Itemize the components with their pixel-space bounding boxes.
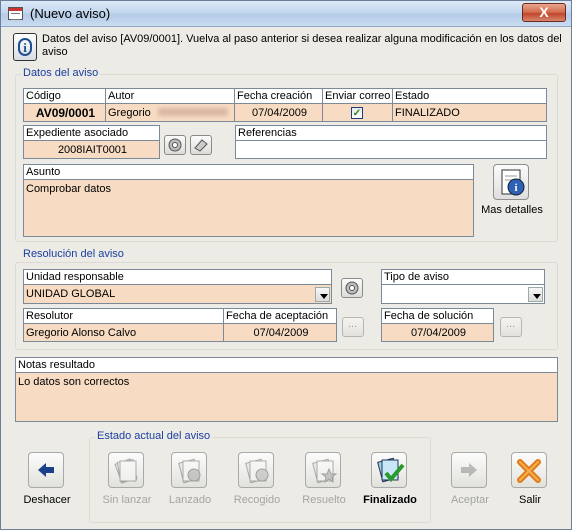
fecha-solucion-button[interactable]: ...: [500, 317, 522, 337]
resolutor-field[interactable]: Gregorio Alonso Calvo: [24, 325, 223, 341]
stack-star-icon: [312, 458, 338, 484]
unidad-select[interactable]: UNIDAD GLOBAL: [24, 286, 331, 303]
aceptar-label: Aceptar: [451, 494, 489, 506]
info-message: Datos del aviso [AV09/0001]. Vuelva al p…: [42, 33, 562, 58]
deshacer-button[interactable]: Deshacer: [13, 452, 81, 532]
tipo-aviso-select[interactable]: [382, 286, 544, 303]
mas-detalles-label: Mas detalles: [481, 204, 543, 216]
deshacer-label: Deshacer: [23, 494, 71, 506]
stack-check-icon: [377, 457, 405, 483]
stack-pick-icon: [245, 458, 269, 484]
enviar-correo-label: Enviar correo: [325, 90, 391, 102]
salir-label: Salir: [518, 494, 541, 506]
document-info-icon: i: [501, 169, 525, 196]
step-label: Finalizado: [363, 494, 417, 506]
autor-field[interactable]: Gregorio: [106, 105, 234, 121]
aceptar-button[interactable]: Aceptar: [436, 452, 504, 532]
unidad-select-button[interactable]: [341, 278, 363, 298]
circle-arrow-icon: [345, 281, 359, 295]
expediente-select-button[interactable]: [164, 135, 186, 155]
codigo-field[interactable]: AV09/0001: [24, 105, 105, 121]
expediente-field[interactable]: 2008IAIT0001: [24, 142, 159, 158]
step-recogido: Recogido: [223, 452, 291, 532]
title-bar[interactable]: (Nuevo aviso) X: [1, 1, 571, 27]
svg-text:i: i: [514, 182, 517, 194]
notas-field[interactable]: Lo datos son correctos: [16, 374, 557, 421]
step-label: Lanzado: [168, 494, 212, 506]
fecha-solucion-frame: Fecha de solución 07/04/2009: [381, 308, 494, 342]
expediente-frame: Expediente asociado 2008IAIT0001: [23, 125, 160, 159]
fecha-aceptacion-label: Fecha de aceptación: [226, 310, 329, 322]
referencias-label: Referencias: [238, 127, 297, 139]
stack-pages-icon: [114, 458, 138, 484]
expediente-label: Expediente asociado: [26, 127, 129, 139]
salir-button[interactable]: Salir: [496, 452, 564, 532]
step-finalizado: Finalizado: [356, 452, 424, 532]
step-lanzado: Lanzado: [156, 452, 224, 532]
referencias-frame: Referencias: [235, 125, 547, 159]
resolucion-title: Resolución del aviso: [21, 248, 126, 260]
expediente-clear-button[interactable]: [190, 135, 212, 155]
estado-label: Estado: [395, 90, 430, 102]
eraser-icon: [194, 139, 208, 152]
estado-actual-title: Estado actual del aviso: [95, 430, 213, 442]
tipo-aviso-label: Tipo de aviso: [384, 271, 450, 283]
referencias-field[interactable]: [236, 142, 546, 158]
arrow-left-icon: [38, 463, 54, 477]
asunto-frame: Asunto Comprobar datos: [23, 164, 474, 237]
close-button[interactable]: X: [522, 3, 566, 22]
ellipsis-icon: ...: [348, 318, 358, 330]
chevron-down-icon[interactable]: [528, 287, 543, 302]
step-label: Recogido: [233, 494, 281, 506]
asunto-label: Asunto: [26, 166, 61, 178]
unidad-label: Unidad responsable: [26, 271, 124, 283]
asunto-field[interactable]: Comprobar datos: [24, 181, 473, 236]
exit-icon: [517, 459, 541, 483]
fecha-solucion-field[interactable]: 07/04/2009: [382, 325, 493, 341]
stack-launch-icon: [178, 458, 201, 484]
notas-label: Notas resultado: [18, 359, 96, 371]
resolutor-frame: Resolutor Fecha de aceptación Gregorio A…: [23, 308, 337, 342]
unidad-value: UNIDAD GLOBAL: [26, 288, 116, 300]
step-label: Resuelto: [302, 494, 346, 506]
redacted-surname: [157, 108, 228, 116]
unidad-frame: Unidad responsable UNIDAD GLOBAL: [23, 269, 332, 304]
step-label: Sin lanzar: [102, 494, 152, 506]
fecha-creacion-field[interactable]: 07/04/2009: [235, 105, 322, 121]
mas-detalles-button[interactable]: i: [493, 164, 529, 200]
step-resuelto: Resuelto: [290, 452, 358, 532]
form-window-icon: [8, 7, 23, 20]
window-title: (Nuevo aviso): [30, 6, 111, 21]
info-icon: i: [13, 33, 37, 61]
estado-field[interactable]: FINALIZADO: [393, 105, 548, 121]
fecha-solucion-label: Fecha de solución: [384, 310, 474, 322]
resolutor-label: Resolutor: [26, 310, 74, 322]
enviar-correo-cell: ✓: [323, 105, 392, 121]
nuevo-aviso-window: (Nuevo aviso) X i Datos del aviso [AV09/…: [0, 0, 572, 530]
fecha-creacion-label: Fecha creación: [237, 90, 313, 102]
circle-arrow-icon: [168, 138, 182, 152]
step-sin-lanzar: Sin lanzar: [93, 452, 161, 532]
chevron-down-icon[interactable]: [315, 287, 330, 302]
fecha-aceptacion-field[interactable]: 07/04/2009: [224, 325, 336, 341]
autor-label: Autor: [108, 90, 135, 102]
fecha-aceptacion-button[interactable]: ...: [342, 317, 364, 337]
datos-aviso-title: Datos del aviso: [21, 67, 101, 79]
info-bar: i Datos del aviso [AV09/0001]. Vuelva al…: [10, 30, 563, 64]
datos-table: Código Autor Fecha creación Enviar corre…: [23, 88, 547, 122]
notas-frame: Notas resultado Lo datos son correctos: [15, 357, 558, 422]
codigo-label: Código: [26, 90, 61, 102]
tipo-aviso-frame: Tipo de aviso: [381, 269, 545, 304]
arrow-right-icon: [461, 463, 477, 477]
ellipsis-icon: ...: [506, 318, 516, 330]
autor-value: Gregorio: [108, 107, 151, 119]
enviar-correo-checkbox[interactable]: ✓: [351, 107, 363, 119]
